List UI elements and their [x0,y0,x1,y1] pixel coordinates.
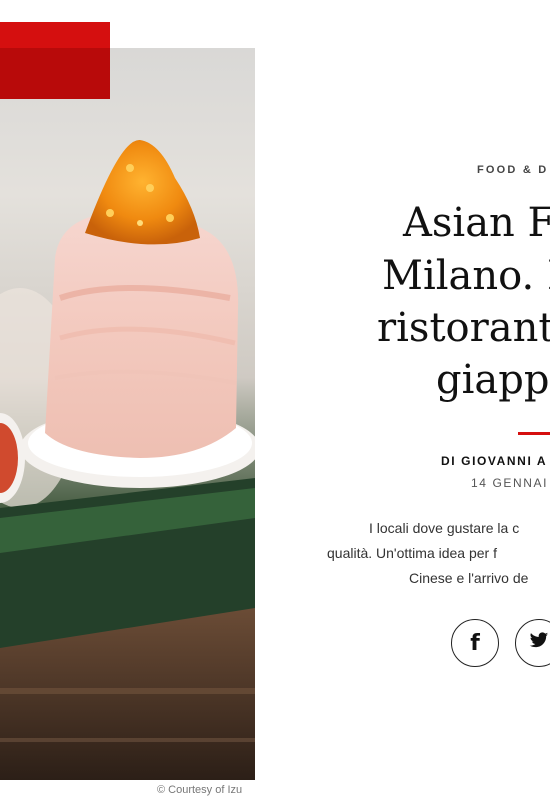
article-summary-line-2: qualità. Un'ottima idea per f [327,545,497,561]
article-title-line-2: Milano. I [382,253,550,299]
publish-date: 14 GENNAI [471,476,549,490]
share-facebook-button[interactable]: f [451,619,499,667]
article-title-line-4: giappo [436,357,550,403]
brand-badge-shadow [0,48,110,99]
facebook-icon: f [470,630,480,656]
article-title-line-3: ristoranti [377,305,550,351]
author-byline[interactable]: DI GIOVANNI A [441,454,547,468]
article-summary-line-1: I locali dove gustare la c [369,520,520,536]
title-divider [518,432,550,435]
article-title-line-1: Asian Fu [403,200,550,246]
twitter-icon [529,632,549,654]
photo-credit: © Courtesy of Izu [157,784,243,796]
food-photo [0,139,255,780]
share-twitter-button[interactable] [515,619,550,667]
article-header: FOOD & D Asian Fu Milano. I ristoranti g… [255,0,550,810]
category-label[interactable]: FOOD & D [477,164,548,176]
hero-image [0,48,255,780]
article-summary-line-3: Cinese e l'arrivo de [409,570,529,586]
